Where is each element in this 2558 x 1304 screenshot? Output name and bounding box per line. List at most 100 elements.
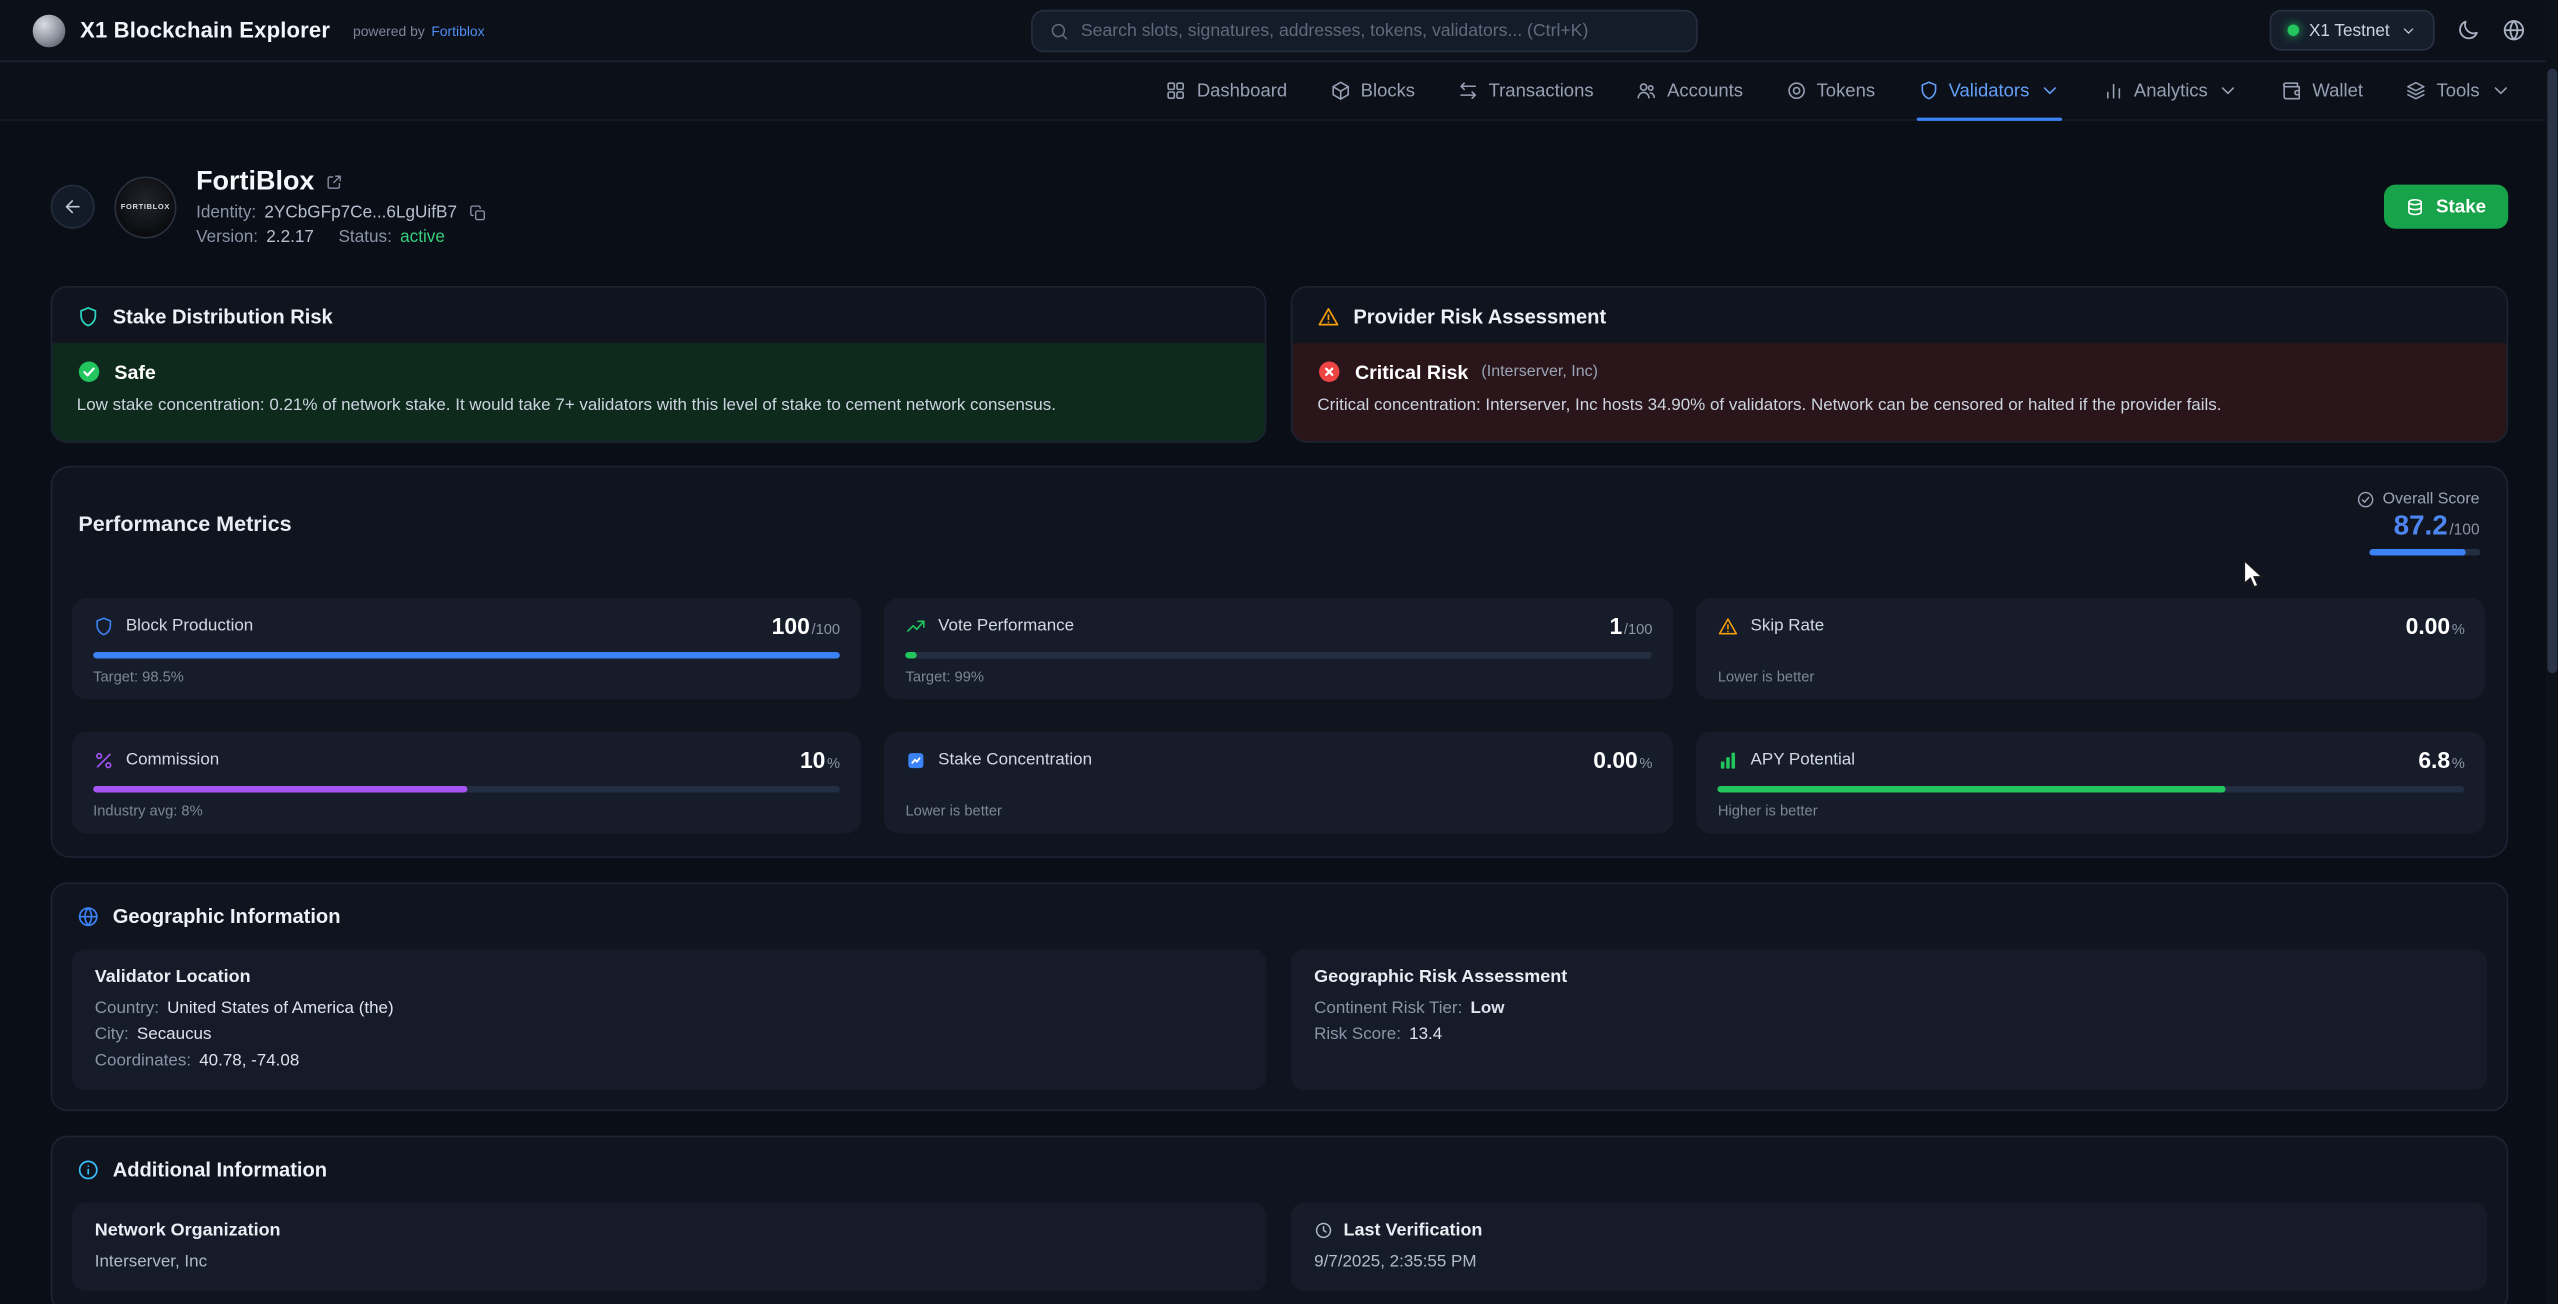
verification-value: 9/7/2025, 2:35:55 PM xyxy=(1314,1253,2463,1271)
section-title: Geographic Information xyxy=(113,905,341,928)
nav-label: Wallet xyxy=(2312,81,2363,101)
city-value: Secaucus xyxy=(137,1026,212,1044)
nav-label: Tokens xyxy=(1817,81,1875,101)
inner-card-title: Last Verification xyxy=(1344,1221,1483,1241)
nav-label: Analytics xyxy=(2134,81,2208,101)
coin-icon xyxy=(1786,80,1807,101)
validator-header: FORTIBLOX FortiBlox Identity: 2YCbGFp7Ce… xyxy=(51,167,2508,247)
section-title: Additional Information xyxy=(113,1159,327,1182)
stake-button[interactable]: Stake xyxy=(2384,185,2508,229)
metric-bar xyxy=(905,652,1652,659)
top-header: X1 Blockchain Explorer powered by Fortib… xyxy=(0,0,2558,62)
nav-item-accounts[interactable]: Accounts xyxy=(1615,62,1764,119)
powered-by-text: powered by xyxy=(353,22,425,38)
risk-level-note: (Interserver, Inc) xyxy=(1481,363,1598,381)
chevron-down-icon xyxy=(2489,80,2510,101)
chevron-down-icon xyxy=(2039,80,2060,101)
inner-card-title: Validator Location xyxy=(95,967,1244,987)
powered-by: powered by Fortiblox xyxy=(353,22,485,38)
coins-icon xyxy=(2405,197,2425,217)
chevron-down-icon xyxy=(2400,22,2416,38)
status-label: Status: xyxy=(338,227,391,247)
additional-info-card: Additional Information Network Organizat… xyxy=(51,1136,2508,1304)
nav-item-analytics[interactable]: Analytics xyxy=(2082,62,2260,119)
external-link-icon[interactable] xyxy=(326,173,344,191)
safe-banner: Safe Low stake concentration: 0.21% of n… xyxy=(52,343,1265,440)
avatar-text: FORTIBLOX xyxy=(121,203,170,211)
validator-location-card: Validator Location Country:United States… xyxy=(72,949,1267,1090)
global-search[interactable] xyxy=(1031,10,1698,52)
risk-description: Low stake concentration: 0.21% of networ… xyxy=(77,395,1241,419)
stake-button-label: Stake xyxy=(2436,197,2486,217)
x-circle-icon xyxy=(1317,359,1342,384)
back-button[interactable] xyxy=(51,185,95,229)
main-nav: Dashboard Blocks Transactions Accounts T… xyxy=(0,62,2558,121)
validator-info: FortiBlox Identity: 2YCbGFp7Ce...6LgUifB… xyxy=(196,167,486,247)
network-selector[interactable]: X1 Testnet xyxy=(2270,10,2434,51)
globe-icon xyxy=(77,905,100,928)
inner-card-title: Network Organization xyxy=(95,1221,1244,1241)
inner-card-title: Geographic Risk Assessment xyxy=(1314,967,2463,987)
check-circle-icon xyxy=(2356,489,2375,508)
globe-icon xyxy=(2501,18,2526,43)
moon-icon xyxy=(2455,18,2480,43)
nav-item-dashboard[interactable]: Dashboard xyxy=(1145,62,1309,119)
version-value: 2.2.17 xyxy=(266,227,314,247)
status-value: active xyxy=(400,227,445,247)
risk-cards-row: Stake Distribution Risk Safe Low stake c… xyxy=(51,286,2508,442)
version-label: Version: xyxy=(196,227,258,247)
trend-up-icon xyxy=(905,615,926,636)
brand-logo xyxy=(33,14,66,47)
card-title: Stake Distribution Risk xyxy=(113,306,333,329)
brand: X1 Blockchain Explorer powered by Fortib… xyxy=(33,14,485,47)
arrows-icon xyxy=(1458,80,1479,101)
nav-label: Validators xyxy=(1949,81,2030,101)
search-icon xyxy=(1049,21,1069,41)
clock-icon xyxy=(1314,1221,1334,1241)
nav-label: Blocks xyxy=(1361,81,1415,101)
metrics-grid: Block Production 100/100 Target: 98.5% V… xyxy=(52,598,2505,833)
overall-score: Overall Score 87.2/100 xyxy=(2356,489,2480,555)
language-button[interactable] xyxy=(2501,18,2526,43)
copy-icon[interactable] xyxy=(465,203,486,221)
overall-score-value: 87.2 xyxy=(2394,510,2448,541)
nav-item-blocks[interactable]: Blocks xyxy=(1308,62,1436,119)
validator-avatar: FORTIBLOX xyxy=(114,176,176,238)
nav-item-transactions[interactable]: Transactions xyxy=(1436,62,1615,119)
overall-score-bar xyxy=(2368,549,2479,556)
chart-square-icon xyxy=(905,749,926,770)
search-input[interactable] xyxy=(1081,21,1680,41)
nav-label: Tools xyxy=(2436,81,2479,101)
app-title: X1 Blockchain Explorer xyxy=(80,18,330,43)
card-title: Provider Risk Assessment xyxy=(1353,306,1606,329)
validator-name: FortiBlox xyxy=(196,167,314,198)
risk-tier-value: Low xyxy=(1470,1000,1504,1018)
shield-icon xyxy=(93,615,114,636)
metric-card-block-production: Block Production 100/100 Target: 98.5% xyxy=(72,598,861,699)
users-icon xyxy=(1636,80,1657,101)
app-window: X1 Blockchain Explorer powered by Fortib… xyxy=(0,0,2558,1304)
network-status-dot xyxy=(2288,25,2299,36)
nav-item-tokens[interactable]: Tokens xyxy=(1764,62,1896,119)
layers-icon xyxy=(2405,80,2426,101)
warning-icon xyxy=(1317,306,1340,329)
fortiblox-link[interactable]: Fortiblox xyxy=(431,22,484,38)
coordinates-value: 40.78, -74.08 xyxy=(199,1052,299,1070)
validator-identity: 2YCbGFp7Ce...6LgUifB7 xyxy=(264,203,457,223)
nav-item-wallet[interactable]: Wallet xyxy=(2260,62,2384,119)
nav-item-validators[interactable]: Validators xyxy=(1896,62,2081,119)
nav-item-tools[interactable]: Tools xyxy=(2384,62,2532,119)
network-organization-card: Network Organization Interserver, Inc xyxy=(72,1203,1267,1291)
last-verification-card: Last Verification 9/7/2025, 2:35:55 PM xyxy=(1291,1203,2486,1291)
section-title: Performance Metrics xyxy=(78,511,291,536)
page-scrollbar xyxy=(2545,0,2558,1304)
theme-toggle-button[interactable] xyxy=(2455,18,2480,43)
grid-icon xyxy=(1166,80,1187,101)
critical-banner: Critical Risk (Interserver, Inc) Critica… xyxy=(1293,343,2506,440)
organization-value: Interserver, Inc xyxy=(95,1253,1244,1271)
network-label: X1 Testnet xyxy=(2309,20,2390,40)
metric-card-stake-concentration: Stake Concentration 0.00% Lower is bette… xyxy=(884,732,1674,833)
scrollbar-thumb[interactable] xyxy=(2547,69,2557,674)
chart-icon xyxy=(2103,80,2124,101)
risk-description: Critical concentration: Interserver, Inc… xyxy=(1317,395,2481,419)
